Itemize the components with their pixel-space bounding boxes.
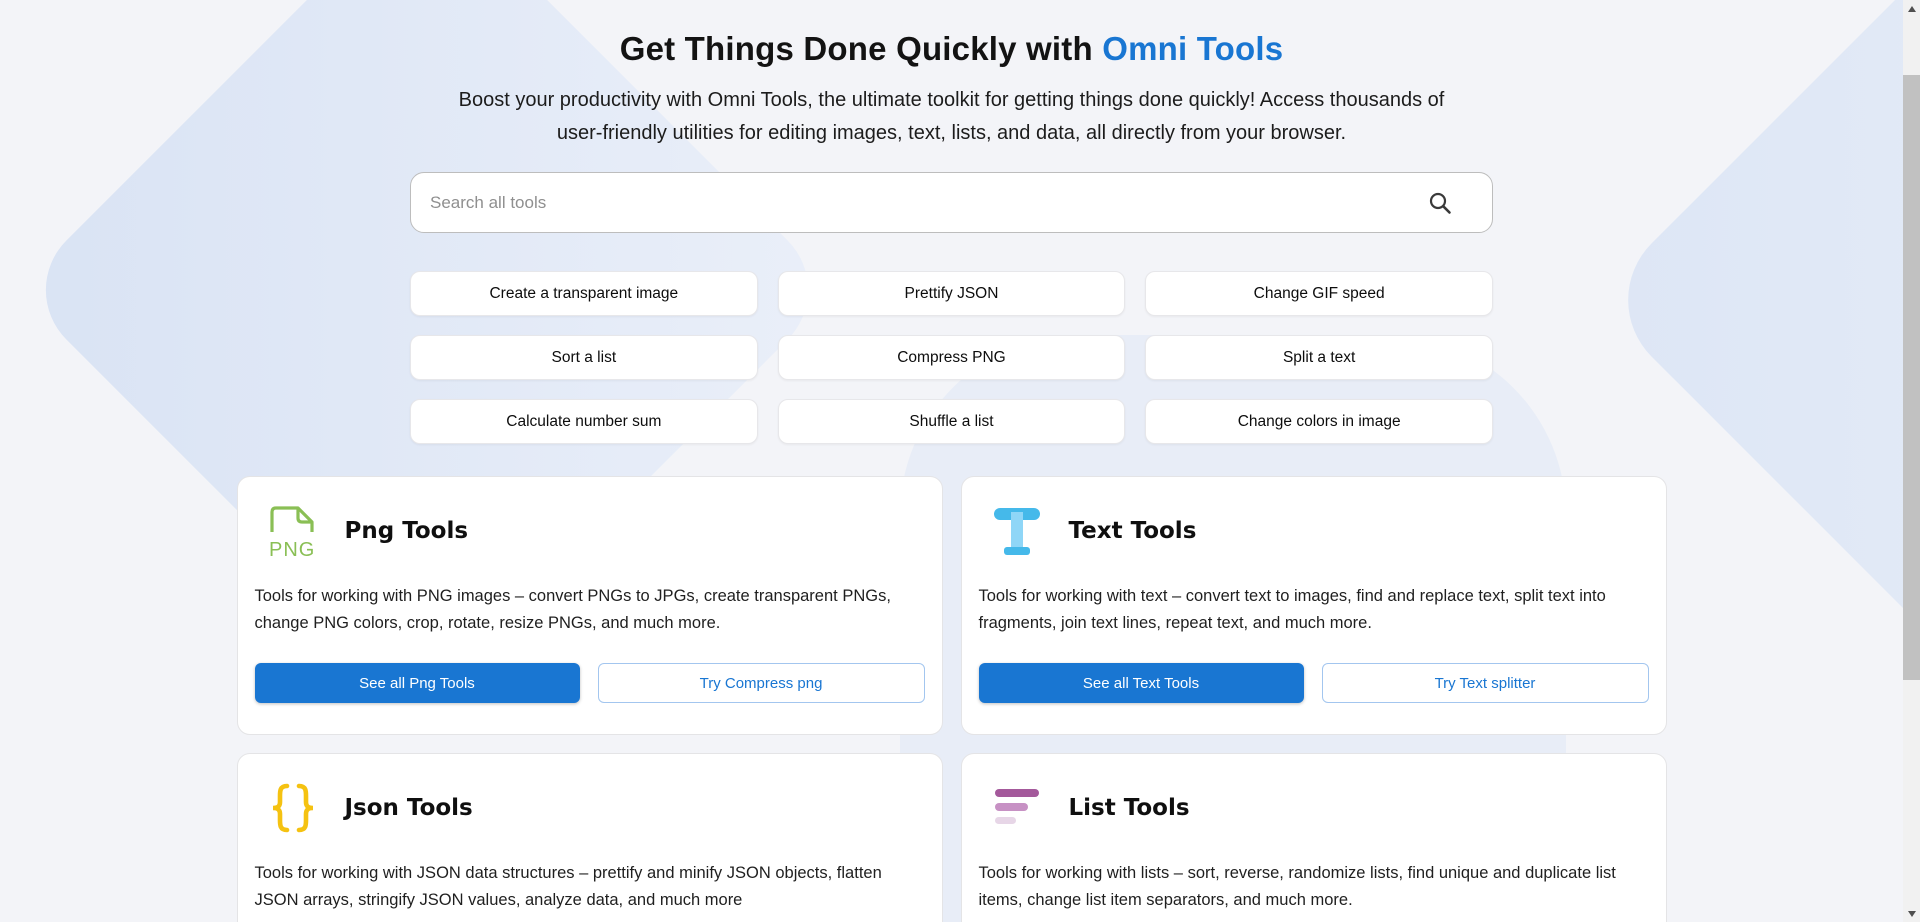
suggestion-create-transparent-image[interactable]: Create a transparent image	[410, 271, 758, 316]
page-title: Get Things Done Quickly with Omni Tools	[0, 30, 1903, 68]
card-header: Json Tools	[255, 780, 925, 836]
hero-section: Get Things Done Quickly with Omni Tools …	[0, 0, 1903, 150]
see-all-png-tools-button[interactable]: See all Png Tools	[255, 663, 580, 703]
card-title: Png Tools	[345, 518, 469, 544]
search-icon[interactable]	[1427, 190, 1453, 216]
suggestion-grid: Create a transparent image Prettify JSON…	[410, 271, 1493, 444]
scrollbar	[1903, 0, 1920, 922]
png-tools-card: PNG Png Tools Tools for working with PNG…	[237, 476, 943, 735]
card-title: Text Tools	[1069, 518, 1197, 544]
card-description: Tools for working with text – convert te…	[979, 583, 1649, 637]
list-lines-icon	[989, 780, 1045, 836]
suggestion-compress-png[interactable]: Compress PNG	[778, 335, 1126, 380]
suggestion-shuffle-a-list[interactable]: Shuffle a list	[778, 399, 1126, 444]
brand-name: Omni Tools	[1102, 30, 1283, 67]
page-subtitle: Boost your productivity with Omni Tools,…	[442, 84, 1462, 150]
card-title: Json Tools	[345, 795, 473, 821]
suggestion-sort-a-list[interactable]: Sort a list	[410, 335, 758, 380]
curly-braces-icon	[265, 780, 321, 836]
card-title: List Tools	[1069, 795, 1190, 821]
suggestion-change-gif-speed[interactable]: Change GIF speed	[1145, 271, 1493, 316]
text-tools-card: Text Tools Tools for working with text –…	[961, 476, 1667, 735]
list-tools-card: List Tools Tools for working with lists …	[961, 753, 1667, 922]
try-text-splitter-button[interactable]: Try Text splitter	[1322, 663, 1649, 703]
suggestion-calculate-number-sum[interactable]: Calculate number sum	[410, 399, 758, 444]
suggestion-split-a-text[interactable]: Split a text	[1145, 335, 1493, 380]
scroll-up-icon[interactable]	[1903, 0, 1920, 17]
tool-category-cards: PNG Png Tools Tools for working with PNG…	[237, 476, 1667, 922]
see-all-text-tools-button[interactable]: See all Text Tools	[979, 663, 1304, 703]
scroll-down-icon[interactable]	[1903, 905, 1920, 922]
card-header: PNG Png Tools	[255, 503, 925, 559]
card-actions: See all Png Tools Try Compress png	[255, 663, 925, 703]
suggestion-change-colors-in-image[interactable]: Change colors in image	[1145, 399, 1493, 444]
png-file-icon: PNG	[265, 503, 321, 559]
scrollbar-thumb[interactable]	[1903, 75, 1920, 680]
search-bar	[410, 172, 1493, 233]
card-header: Text Tools	[979, 503, 1649, 559]
card-header: List Tools	[979, 780, 1649, 836]
card-description: Tools for working with PNG images – conv…	[255, 583, 925, 637]
json-tools-card: Json Tools Tools for working with JSON d…	[237, 753, 943, 922]
card-actions: See all Text Tools Try Text splitter	[979, 663, 1649, 703]
main-content: Get Things Done Quickly with Omni Tools …	[0, 0, 1903, 922]
try-compress-png-button[interactable]: Try Compress png	[598, 663, 925, 703]
letter-t-icon	[989, 503, 1045, 559]
svg-text:PNG: PNG	[269, 539, 315, 559]
page-title-prefix: Get Things Done Quickly with	[620, 30, 1103, 67]
card-description: Tools for working with JSON data structu…	[255, 860, 925, 914]
search-input[interactable]	[410, 172, 1493, 233]
card-description: Tools for working with lists – sort, rev…	[979, 860, 1649, 914]
suggestion-prettify-json[interactable]: Prettify JSON	[778, 271, 1126, 316]
